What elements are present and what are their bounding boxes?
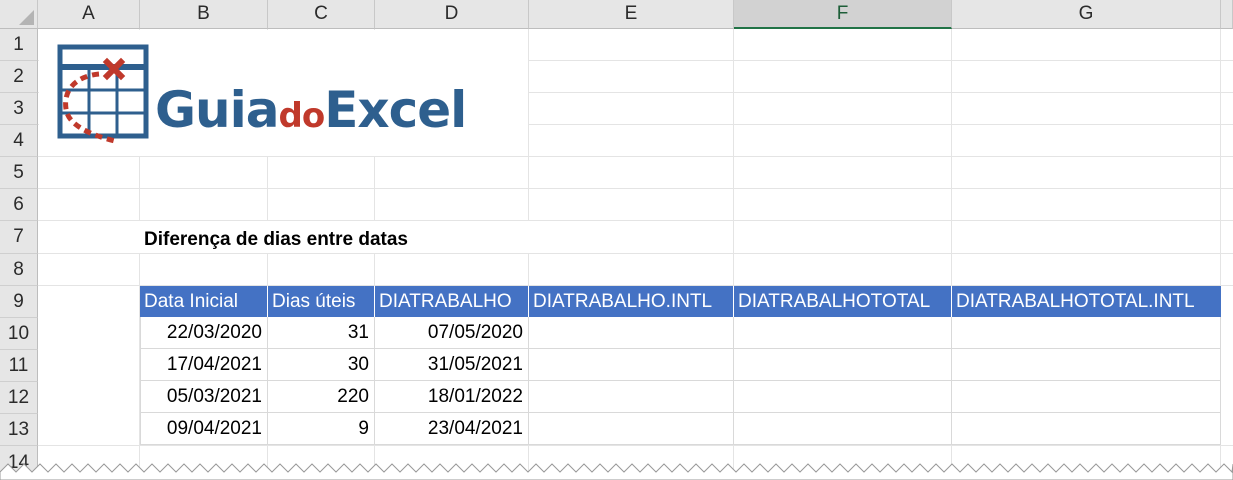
table-cell[interactable]: 17/04/2021 (140, 349, 268, 381)
table-cell[interactable] (952, 413, 1221, 445)
table-cell[interactable] (529, 413, 734, 445)
gridline (38, 188, 1233, 189)
table-header-dias-uteis[interactable]: Dias úteis (268, 286, 375, 317)
table-cell[interactable] (952, 349, 1221, 381)
column-header-e[interactable]: E (529, 0, 734, 29)
table-cell[interactable]: 220 (268, 381, 375, 413)
table-cell[interactable] (734, 349, 952, 381)
table-cell[interactable] (734, 381, 952, 413)
table-cell[interactable] (529, 317, 734, 349)
table-cell[interactable]: 23/04/2021 (375, 413, 529, 445)
table-cell[interactable]: 05/03/2021 (140, 381, 268, 413)
row-header-7[interactable]: 7 (0, 221, 38, 254)
select-all-corner[interactable] (0, 0, 38, 29)
table-cell[interactable]: 9 (268, 413, 375, 445)
table-cell[interactable] (734, 413, 952, 445)
row-header-3[interactable]: 3 (0, 93, 38, 125)
logo-text-guia: Guia (155, 81, 280, 139)
column-header-f[interactable]: F (734, 0, 952, 29)
column-header-c[interactable]: C (268, 0, 375, 29)
gridline (38, 445, 1233, 446)
column-header-g[interactable]: G (952, 0, 1221, 29)
row-header-5[interactable]: 5 (0, 157, 38, 189)
sheet-title[interactable]: Diferença de dias entre datas (144, 226, 408, 254)
guia-do-excel-logo-icon (57, 44, 149, 144)
row-header-8[interactable]: 8 (0, 254, 38, 286)
table-header-data-inicial[interactable]: Data Inicial (140, 286, 268, 317)
table-cell[interactable] (952, 317, 1221, 349)
row-header-4[interactable]: 4 (0, 125, 38, 157)
table-cell[interactable]: 09/04/2021 (140, 413, 268, 445)
table-cell[interactable] (952, 381, 1221, 413)
table-cell[interactable] (734, 317, 952, 349)
torn-edge (0, 463, 1233, 480)
gridline (38, 156, 1233, 157)
row-header-13[interactable]: 13 (0, 414, 38, 446)
row-header-6[interactable]: 6 (0, 189, 38, 221)
column-header-h[interactable] (1221, 0, 1233, 29)
select-all-icon (19, 10, 34, 25)
table-cell[interactable] (529, 381, 734, 413)
row-header-9[interactable]: 9 (0, 286, 38, 318)
table-cell[interactable]: 31/05/2021 (375, 349, 529, 381)
table-cell[interactable]: 22/03/2020 (140, 317, 268, 349)
column-header-a[interactable]: A (38, 0, 140, 29)
table-cell[interactable] (529, 349, 734, 381)
logo-text-excel: Excel (324, 81, 467, 139)
row-header-10[interactable]: 10 (0, 318, 38, 350)
column-header-b[interactable]: B (140, 0, 268, 29)
table-header-diatrabalho-intl[interactable]: DIATRABALHO.INTL (529, 286, 734, 317)
row-header-11[interactable]: 11 (0, 350, 38, 382)
table-header-diatrabalho[interactable]: DIATRABALHO (375, 286, 529, 317)
spreadsheet: A B C D E F G 1 2 3 4 5 6 7 8 9 10 11 12… (0, 0, 1233, 480)
row-header-2[interactable]: 2 (0, 61, 38, 93)
table-header-diatrabalhototal[interactable]: DIATRABALHOTOTAL (734, 286, 952, 317)
table-cell[interactable]: 07/05/2020 (375, 317, 529, 349)
table-header-diatrabalhototal-intl[interactable]: DIATRABALHOTOTAL.INTL (952, 286, 1221, 317)
row-header-1[interactable]: 1 (0, 29, 38, 61)
column-header-d[interactable]: D (375, 0, 529, 29)
table-cell[interactable]: 31 (268, 317, 375, 349)
logo-text-do: do (278, 96, 326, 136)
table-cell[interactable]: 18/01/2022 (375, 381, 529, 413)
guia-do-excel-logo-text: GuiadoExcel (155, 78, 467, 142)
table-cell[interactable]: 30 (268, 349, 375, 381)
row-header-12[interactable]: 12 (0, 382, 38, 414)
